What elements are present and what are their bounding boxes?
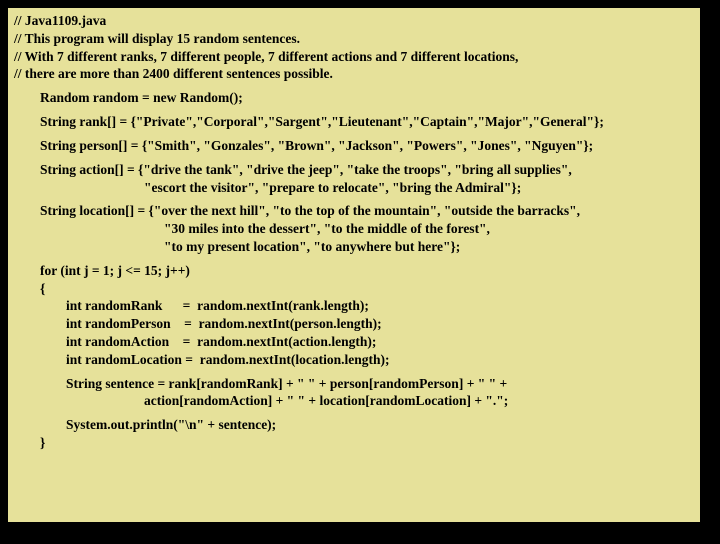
code-line: int randomPerson = random.nextInt(person… <box>14 315 694 333</box>
code-line: String action[] = {"drive the tank", "dr… <box>14 161 694 179</box>
code-line: "escort the visitor", "prepare to reloca… <box>14 179 694 197</box>
code-line: Random random = new Random(); <box>14 89 694 107</box>
code-line: System.out.println("\n" + sentence); <box>14 416 694 434</box>
code-line: String location[] = {"over the next hill… <box>14 202 694 220</box>
comment-line: // With 7 different ranks, 7 different p… <box>14 48 694 66</box>
code-line: "to my present location", "to anywhere b… <box>14 238 694 256</box>
code-line: String rank[] = {"Private","Corporal","S… <box>14 113 694 131</box>
code-listing: // Java1109.java // This program will di… <box>4 4 704 526</box>
comment-line: // there are more than 2400 different se… <box>14 65 694 83</box>
code-line: for (int j = 1; j <= 15; j++) <box>14 262 694 280</box>
code-line: int randomRank = random.nextInt(rank.len… <box>14 297 694 315</box>
code-line: String person[] = {"Smith", "Gonzales", … <box>14 137 694 155</box>
code-line: } <box>14 434 694 452</box>
comment-line: // Java1109.java <box>14 12 694 30</box>
code-line: action[randomAction] + " " + location[ra… <box>14 392 694 410</box>
code-line: String sentence = rank[randomRank] + " "… <box>14 375 694 393</box>
code-line: int randomAction = random.nextInt(action… <box>14 333 694 351</box>
comment-line: // This program will display 15 random s… <box>14 30 694 48</box>
code-line: "30 miles into the dessert", "to the mid… <box>14 220 694 238</box>
code-line: { <box>14 280 694 298</box>
code-line: int randomLocation = random.nextInt(loca… <box>14 351 694 369</box>
